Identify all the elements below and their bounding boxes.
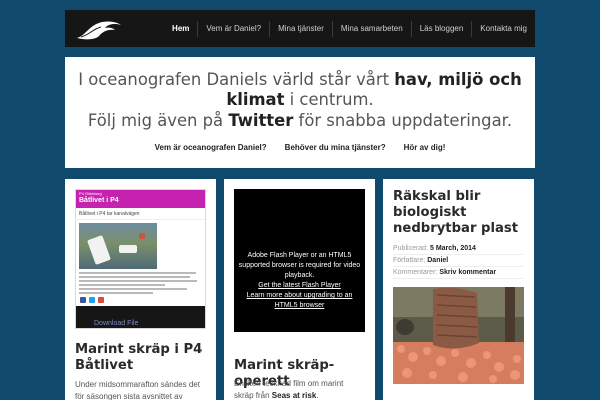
twitter-icon	[89, 297, 95, 303]
hero-text: för snabba uppdateringar.	[293, 111, 513, 130]
hero-link-about[interactable]: Vem är oceanografen Daniel?	[155, 143, 267, 152]
excerpt-text: .	[316, 391, 319, 400]
seas-at-risk-link[interactable]: Seas at risk	[272, 391, 316, 400]
post-excerpt: En liten tecknad film om marint skräp fr…	[234, 378, 365, 400]
hero-highlight: klimat	[226, 90, 285, 109]
hero-links: Vem är oceanografen Daniel? Behöver du m…	[65, 143, 535, 152]
main-nav: Hem Vem är Daniel? Mina tjänster Mina sa…	[164, 10, 535, 47]
meta-comments: Kommentarer: Skriv kommentar	[393, 267, 524, 279]
wave-logo-icon[interactable]	[75, 16, 123, 41]
author-link[interactable]: Daniel	[427, 257, 448, 264]
thumbnail-banner: P4 Göteborg Båtlivet i P4	[76, 190, 205, 208]
share-icon	[98, 297, 104, 303]
twitter-link[interactable]: Twitter	[228, 111, 293, 130]
hero-line-3: Följ mig även på Twitter för snabba uppd…	[65, 111, 535, 131]
nav-item-kontakta-mig[interactable]: Kontakta mig	[471, 20, 535, 37]
hero-line-2: klimat i centrum.	[65, 90, 535, 110]
post-title[interactable]: Räkskal blir biologiskt nedbrytbar plast	[393, 189, 528, 237]
meta-label: Kommentarer:	[393, 269, 438, 276]
meta-value: 5 March, 2014	[429, 245, 476, 252]
social-icons	[80, 297, 104, 303]
html5-upgrade-link[interactable]: Learn more about upgrading to an HTML5 b…	[238, 291, 361, 311]
nav-item-mina-tjanster[interactable]: Mina tjänster	[269, 20, 332, 37]
write-comment-link[interactable]: Skriv kommentar	[439, 269, 496, 276]
hero-line-1: I oceanografen Daniels värld står vårt h…	[65, 70, 535, 90]
nav-item-mina-samarbeten[interactable]: Mina samarbeten	[331, 20, 411, 37]
post-title[interactable]: Marint skräp i P4 Båtlivet	[75, 342, 206, 374]
meta-label: Publicerad:	[393, 245, 429, 252]
download-file-link[interactable]: Download File	[94, 320, 138, 327]
hero-text: Följ mig även på	[87, 111, 229, 130]
meta-published: Publicerad: 5 March, 2014	[393, 243, 524, 255]
post-card: Räkskal blir biologiskt nedbrytbar plast…	[383, 179, 534, 400]
thumbnail-footer: Download File	[76, 306, 205, 328]
shrimp-photo[interactable]	[393, 287, 524, 384]
hero-link-services[interactable]: Behöver du mina tjänster?	[285, 143, 386, 152]
post-excerpt: Under midsommarafton sändes det för säso…	[75, 380, 200, 400]
video-player[interactable]: Adobe Flash Player or an HTML5 supported…	[234, 189, 365, 332]
video-fallback-message: Adobe Flash Player or an HTML5 supported…	[238, 252, 361, 279]
thumbnail-subheading: Båtlivet i P4 tar kanalvägen	[76, 208, 205, 220]
meta-label: Författare:	[393, 257, 426, 264]
hero-text: i centrum.	[284, 90, 374, 109]
post-card: Adobe Flash Player or an HTML5 supported…	[224, 179, 375, 400]
nav-item-hem[interactable]: Hem	[164, 21, 197, 37]
harbor-photo	[79, 223, 157, 269]
facebook-icon	[80, 297, 86, 303]
hero-text: I oceanografen Daniels värld står vårt	[78, 70, 395, 89]
thumbnail-heading: Båtlivet i P4	[79, 197, 119, 204]
post-meta: Publicerad: 5 March, 2014 Författare: Da…	[393, 243, 524, 279]
nav-item-las-bloggen[interactable]: Läs bloggen	[410, 20, 472, 37]
hero-highlight: hav, miljö och	[394, 70, 522, 89]
post-card: P4 Göteborg Båtlivet i P4 Båtlivet i P4 …	[65, 179, 216, 400]
post-thumbnail[interactable]: P4 Göteborg Båtlivet i P4 Båtlivet i P4 …	[75, 189, 206, 329]
hero-link-contact[interactable]: Hör av dig!	[404, 143, 446, 152]
thumbnail-tag: P4 Göteborg	[79, 191, 102, 196]
thumbnail-text-lines	[76, 272, 205, 294]
site-header: Hem Vem är Daniel? Mina tjänster Mina sa…	[65, 10, 535, 47]
hero-panel: I oceanografen Daniels värld står vårt h…	[65, 57, 535, 168]
meta-author: Författare: Daniel	[393, 255, 524, 267]
nav-item-vem-ar-daniel[interactable]: Vem är Daniel?	[197, 20, 269, 37]
flash-player-link[interactable]: Get the latest Flash Player	[238, 281, 361, 291]
